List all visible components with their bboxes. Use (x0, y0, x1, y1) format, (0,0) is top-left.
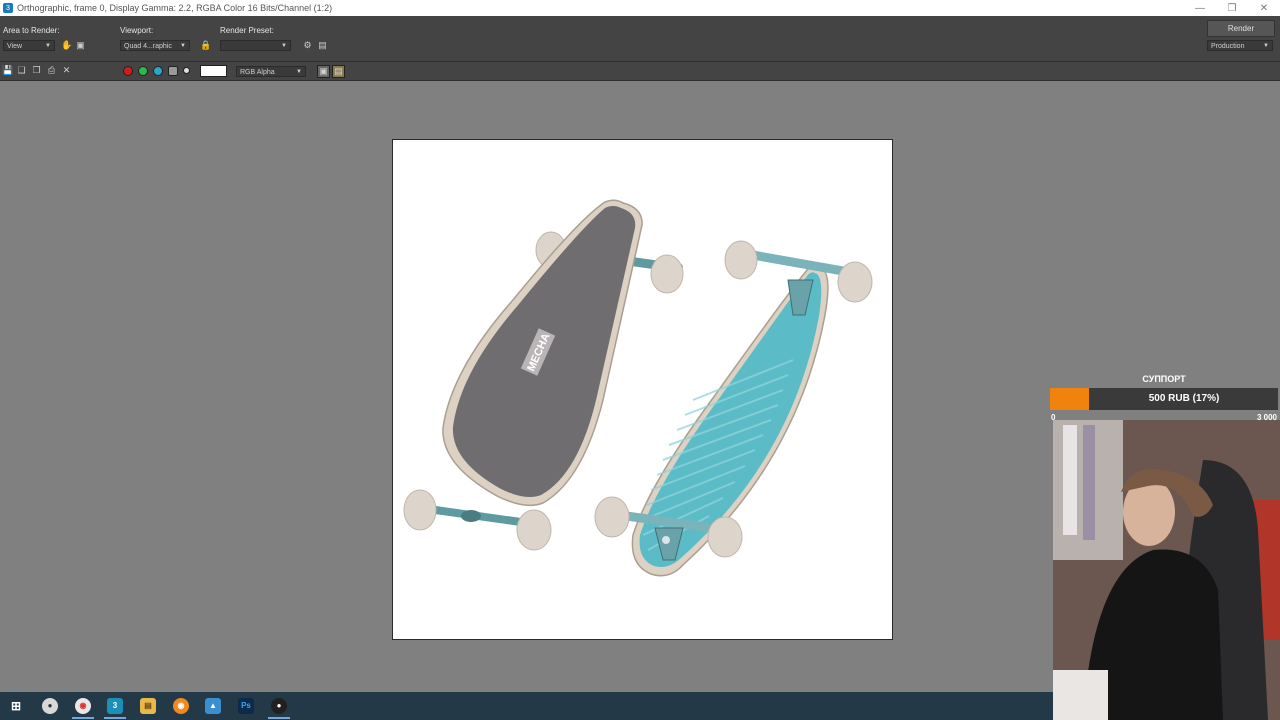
blue-channel-toggle[interactable] (153, 66, 163, 76)
support-progress-bar: 500 RUB (17%) (1050, 388, 1278, 410)
alpha-channel-toggle[interactable] (168, 66, 178, 76)
rendered-skateboards-image: MECHA (403, 199, 873, 577)
webcam-overlay (1053, 420, 1280, 720)
frame-buffer-toolbar: 💾 ❏ ❐ ⎙ ✕ RGB Alpha ▼ ▣ ▤ (0, 62, 1280, 81)
chrome-icon[interactable]: ◉ (75, 698, 91, 714)
3dsmax-icon[interactable]: 3 (107, 698, 123, 714)
chevron-down-icon: ▼ (1263, 43, 1269, 49)
obs-icon[interactable]: ● (271, 698, 287, 714)
print-icon[interactable]: ⎙ (46, 65, 57, 76)
chevron-down-icon: ▼ (45, 43, 51, 49)
blender-icon[interactable]: ◉ (173, 698, 189, 714)
right-skateboard (594, 240, 873, 577)
copy-image-icon[interactable]: ❏ (16, 65, 27, 76)
auto-region-icon[interactable]: ▣ (75, 40, 86, 51)
area-to-render-dropdown[interactable]: View ▼ (3, 40, 55, 51)
windows-taskbar: ⊞ ● ◉ 3 ▤ ◉ ▲ Ps ● (0, 692, 1053, 720)
windows-start-icon[interactable]: ⊞ (8, 698, 24, 714)
active-indicator (268, 717, 290, 719)
render-preset-dropdown[interactable]: ▼ (220, 40, 291, 51)
environment-icon[interactable]: ▤ (317, 40, 328, 51)
viewport-dropdown[interactable]: Quad 4...raphic ▼ (120, 40, 190, 51)
green-channel-toggle[interactable] (138, 66, 148, 76)
channel-display-value: RGB Alpha (240, 69, 275, 76)
app-icon[interactable]: ● (42, 698, 58, 714)
chevron-down-icon: ▼ (296, 69, 302, 75)
render-options-panel: Area to Render: View ▼ ✋ ▣ Viewport: Qua… (0, 16, 1280, 62)
display-options-icon[interactable]: ▣ (317, 65, 330, 78)
history-icon[interactable]: ▤ (332, 65, 345, 78)
photoshop-icon[interactable]: Ps (238, 698, 254, 714)
close-icon[interactable]: ✕ (1248, 3, 1280, 14)
viewport-value: Quad 4...raphic (124, 43, 172, 50)
active-indicator (104, 717, 126, 719)
webcam-image (1053, 420, 1280, 720)
photos-icon[interactable]: ▲ (205, 698, 221, 714)
window-title: Orthographic, frame 0, Display Gamma: 2.… (17, 3, 333, 13)
minimize-icon[interactable]: — (1184, 3, 1216, 14)
file-explorer-icon[interactable]: ▤ (140, 698, 156, 714)
active-indicator (72, 717, 94, 719)
red-channel-toggle[interactable] (123, 66, 133, 76)
support-progress-fill (1050, 388, 1089, 410)
support-amount: 500 RUB (17%) (1148, 393, 1220, 404)
support-title: СУППОРТ (1142, 374, 1186, 384)
render-setup-icon[interactable]: ⚙ (302, 40, 313, 51)
restore-icon[interactable]: ❐ (1216, 3, 1248, 14)
monochrome-toggle[interactable] (183, 67, 190, 74)
clone-window-icon[interactable]: ❐ (31, 65, 42, 76)
render-preset-label: Render Preset: (220, 26, 274, 35)
render-button[interactable]: Render (1207, 20, 1275, 37)
color-swatch[interactable] (200, 65, 227, 77)
viewport-label: Viewport: (120, 26, 154, 35)
render-frame: MECHA (392, 139, 893, 640)
save-image-icon[interactable]: 💾 (2, 65, 13, 76)
production-dropdown[interactable]: Production ▼ (1207, 40, 1273, 51)
chevron-down-icon: ▼ (180, 43, 186, 49)
lock-icon[interactable]: 🔒 (200, 40, 211, 51)
area-to-render-label: Area to Render: (3, 26, 60, 35)
left-skateboard: MECHA (403, 199, 684, 551)
3dsmax-app-icon: 3 (3, 3, 13, 13)
channel-display-dropdown[interactable]: RGB Alpha ▼ (236, 66, 306, 77)
edit-region-icon[interactable]: ✋ (61, 40, 72, 51)
chevron-down-icon: ▼ (281, 43, 287, 49)
window-titlebar: 3 Orthographic, frame 0, Display Gamma: … (0, 0, 1280, 16)
area-to-render-value: View (7, 43, 23, 50)
production-value: Production (1211, 43, 1245, 50)
clear-icon[interactable]: ✕ (61, 65, 72, 76)
